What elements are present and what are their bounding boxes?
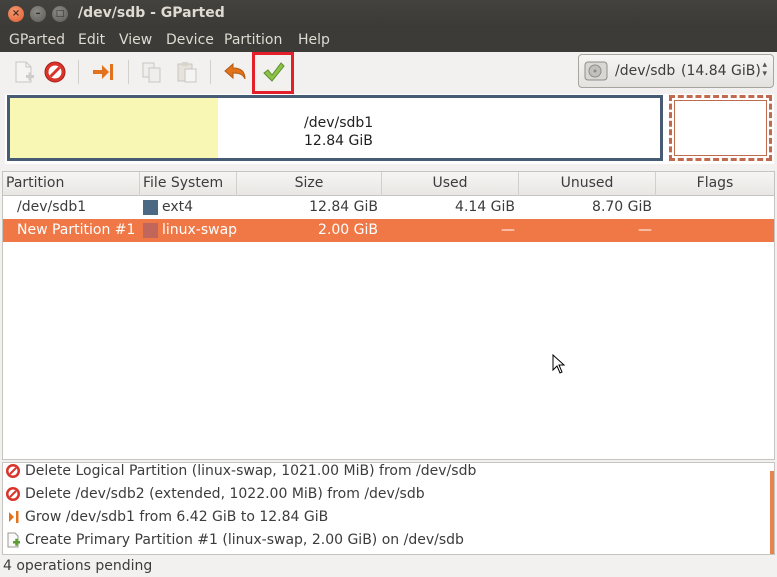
status-bar: 4 operations pending [0,555,777,577]
list-item[interactable]: Delete /dev/sdb2 (extended, 1022.00 MiB)… [3,484,763,506]
list-item[interactable]: Delete Logical Partition (linux-swap, 10… [3,463,763,483]
filesystem-cell: ext4 [162,199,194,215]
operation-text: Delete /dev/sdb2 (extended, 1022.00 MiB)… [25,486,425,502]
table-row-selected[interactable]: New Partition #1 linux-swap 2.00 GiB — — [3,219,774,242]
disk-map: /dev/sdb1 12.84 GiB [5,94,774,164]
list-item[interactable]: Grow /dev/sdb1 from 6.42 GiB to 12.84 Gi… [3,507,763,529]
menu-bar: GParted Edit View Device Partition Help [0,28,777,52]
used-cell: 4.14 GiB [455,199,515,215]
copy-button[interactable] [137,58,167,86]
resize-move-icon [9,511,19,523]
delete-icon [6,464,20,478]
menu-device[interactable]: Device [166,32,214,48]
filesystem-color-swatch [143,200,158,215]
device-selector[interactable]: /dev/sdb (14.84 GiB) ▴ ▾ [578,54,774,88]
column-header-flags[interactable]: Flags [656,172,774,196]
device-name: /dev/sdb [615,63,676,79]
delete-icon [44,61,66,83]
flags-cell [656,196,770,219]
used-space-bar [10,98,218,158]
delete-icon [6,487,20,501]
toolbar-separator [210,60,211,84]
menu-edit[interactable]: Edit [78,32,105,48]
flags-cell [656,219,770,242]
title-bar: × – □ /dev/sdb - GParted [0,0,777,28]
delete-partition-button[interactable] [40,58,70,86]
toolbar-separator [78,60,79,84]
undo-button[interactable] [220,58,250,86]
partition-block-name: /dev/sdb1 [304,115,374,131]
partition-table: Partition File System Size Used Unused F… [2,171,775,460]
paste-icon [177,62,197,83]
pending-operations-list: Delete Logical Partition (linux-swap, 10… [2,462,775,555]
resize-move-icon [93,64,113,80]
list-item[interactable]: Create Primary Partition #1 (linux-swap,… [3,530,763,552]
partition-sdb1-block[interactable]: /dev/sdb1 12.84 GiB [7,95,663,161]
partition-cell: /dev/sdb1 [17,199,87,215]
table-header: Partition File System Size Used Unused F… [3,172,774,196]
paste-button[interactable] [172,58,202,86]
column-header-size[interactable]: Size [237,172,382,196]
resize-move-button[interactable] [88,58,118,86]
operations-scrollbar[interactable] [770,471,774,554]
table-row[interactable]: /dev/sdb1 ext4 12.84 GiB 4.14 GiB 8.70 G… [3,196,774,219]
operation-text: Create Primary Partition #1 (linux-swap,… [25,532,464,548]
unused-cell: — [638,222,652,238]
menu-help[interactable]: Help [298,32,330,48]
column-header-unused[interactable]: Unused [519,172,656,196]
status-text: 4 operations pending [3,558,153,574]
used-cell: — [501,222,515,238]
maximize-window-button[interactable]: □ [52,6,68,22]
copy-icon [142,62,161,83]
partition-block-size: 12.84 GiB [304,133,373,149]
window-title: /dev/sdb - GParted [78,5,225,21]
column-header-partition[interactable]: Partition [3,172,140,196]
unused-cell: 8.70 GiB [592,199,652,215]
close-window-button[interactable]: × [8,6,24,22]
new-partition-button[interactable] [8,58,38,86]
menu-view[interactable]: View [119,32,152,48]
column-header-used[interactable]: Used [382,172,519,196]
operation-text: Grow /dev/sdb1 from 6.42 GiB to 12.84 Gi… [25,509,329,525]
new-partition-block[interactable] [669,95,772,161]
filesystem-color-swatch [143,223,158,238]
new-partition-icon [15,61,34,83]
size-cell: 12.84 GiB [309,199,378,215]
toolbar-separator [128,60,129,84]
menu-gparted[interactable]: GParted [9,32,65,48]
operation-text: Delete Logical Partition (linux-swap, 10… [25,463,477,479]
minimize-window-button[interactable]: – [30,6,46,22]
device-size: (14.84 GiB) [681,63,761,79]
menu-partition[interactable]: Partition [224,32,282,48]
new-partition-inner [674,100,767,156]
undo-icon [224,62,246,80]
filesystem-cell: linux-swap [162,222,238,238]
chevron-up-down-icon: ▴ ▾ [762,60,767,79]
new-partition-icon [7,532,20,548]
hard-disk-icon [584,61,608,81]
size-cell: 2.00 GiB [318,222,378,238]
apply-highlight-box [252,52,294,94]
partition-cell: New Partition #1 [17,222,136,238]
column-header-filesystem[interactable]: File System [140,172,237,196]
mouse-cursor-icon [552,354,566,374]
